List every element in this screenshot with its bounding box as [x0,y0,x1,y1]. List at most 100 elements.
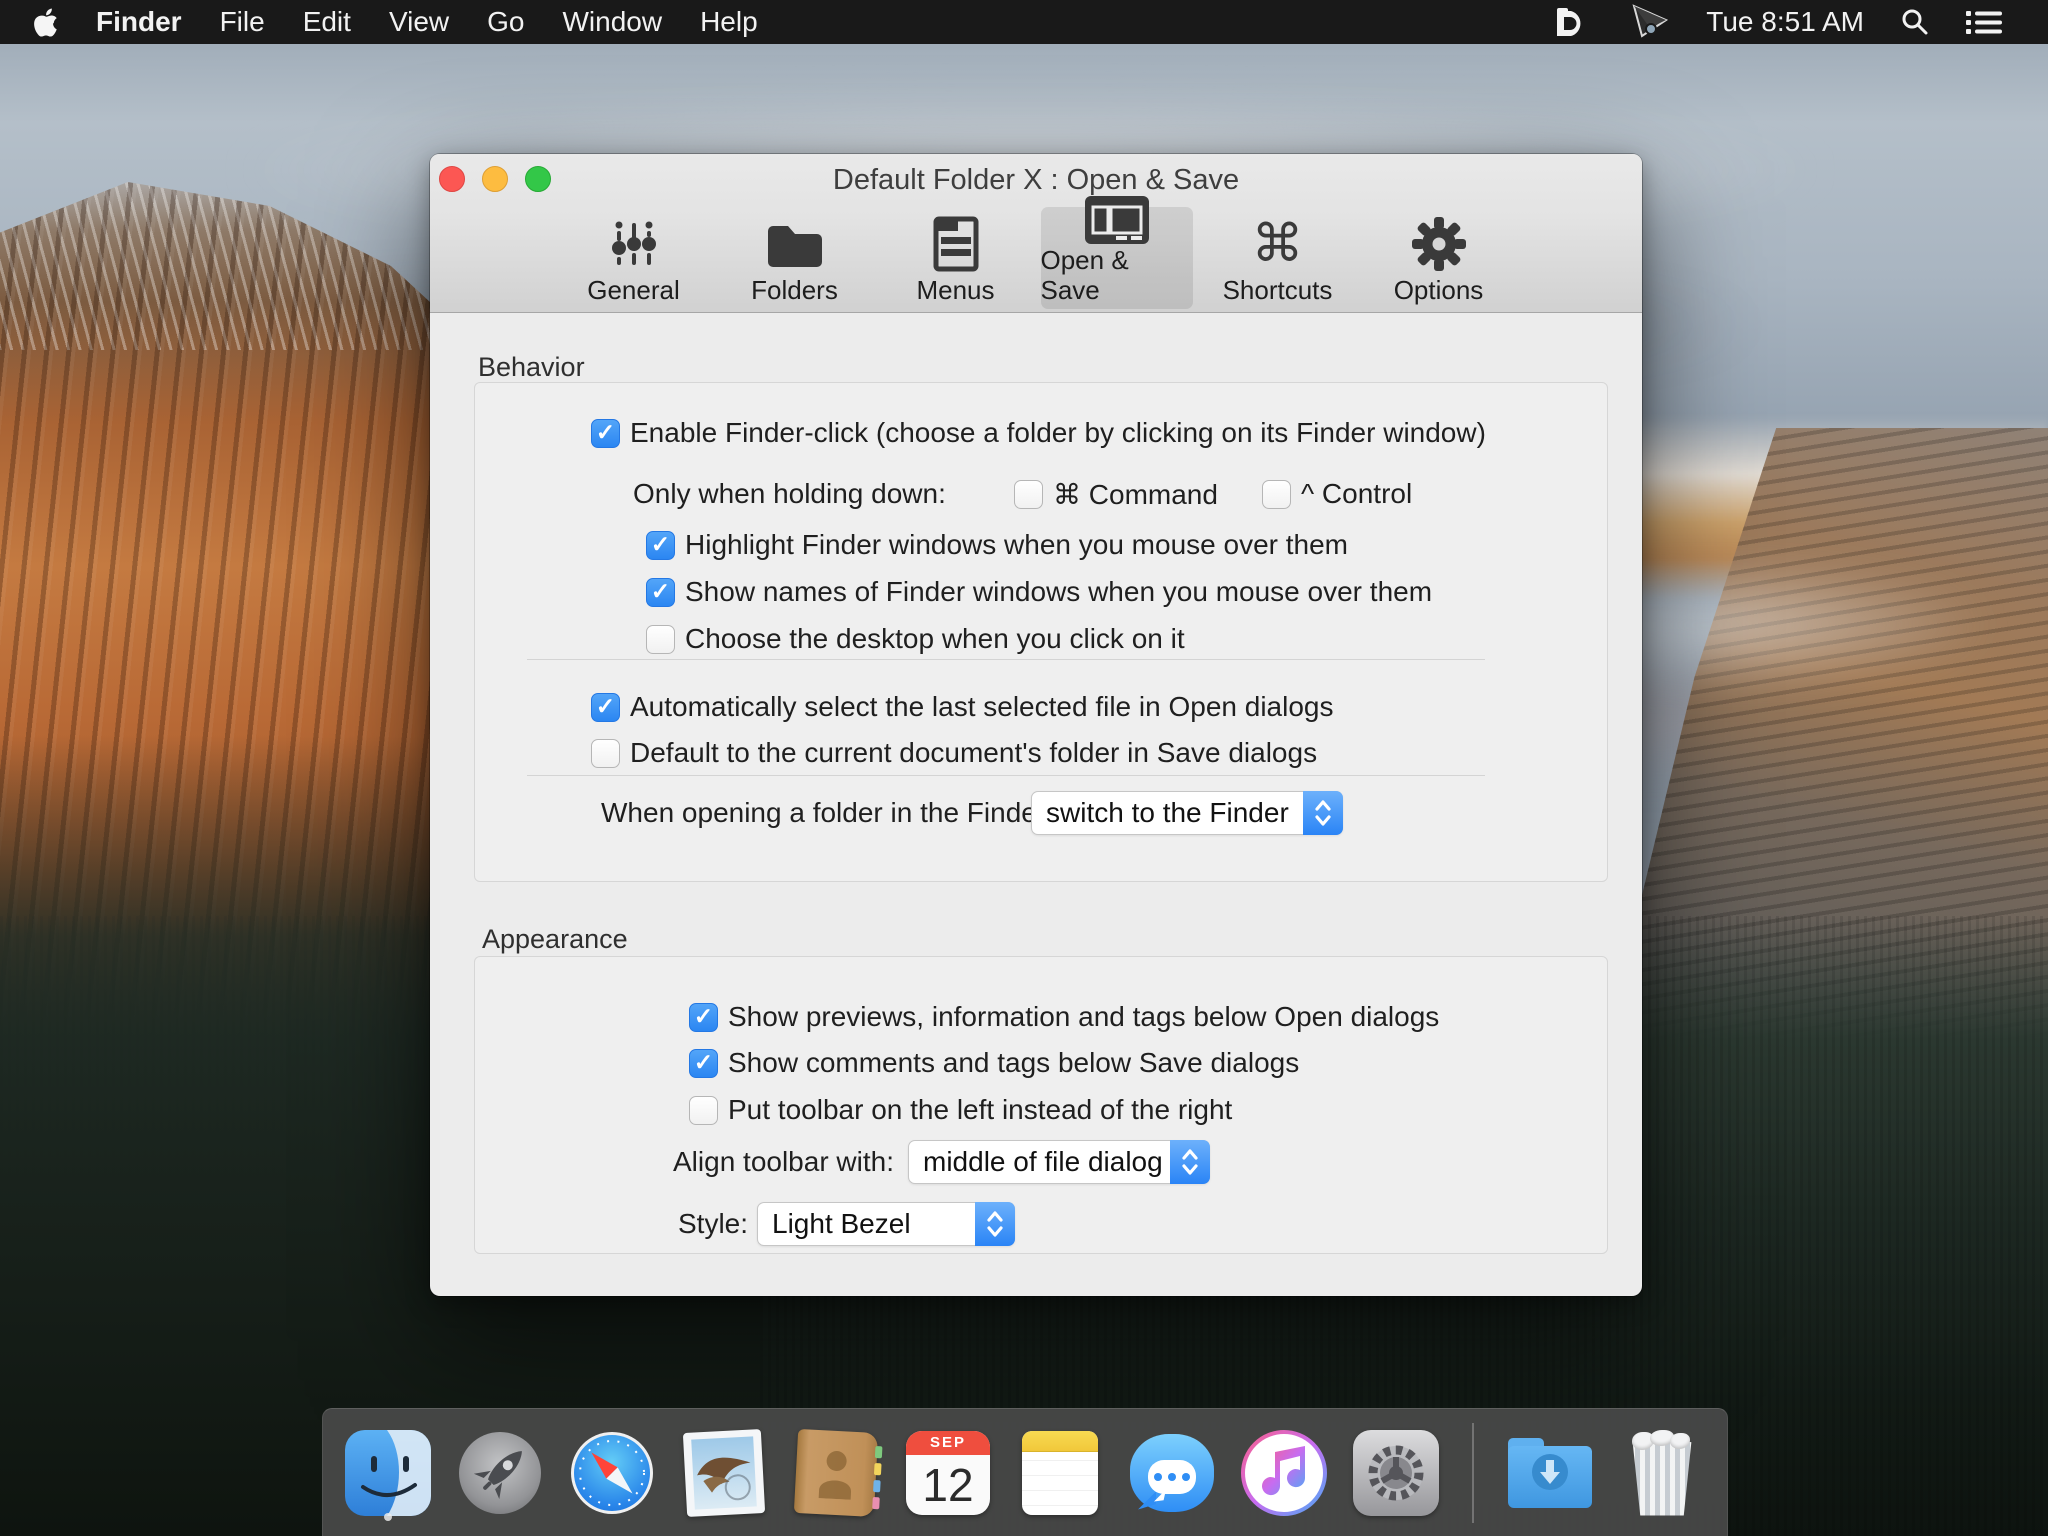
choose-desktop-row: ✓ Choose the desktop when you click on i… [646,623,1185,655]
dock: SEP 12 [322,1408,1728,1536]
show-previews-label: Show previews, information and tags belo… [728,1001,1439,1033]
tab-label: Menus [916,275,994,305]
menu-help[interactable]: Help [700,6,758,38]
spotlight-search-icon[interactable] [1900,7,1930,37]
tab-menus[interactable]: Menus [880,207,1032,309]
command-checkbox[interactable]: ✓ [1014,480,1043,509]
contacts-tab [874,1463,882,1475]
tab-general[interactable]: General [558,207,710,309]
tab-label: General [587,275,680,305]
contacts-tab [875,1446,883,1458]
highlight-windows-label: Highlight Finder windows when you mouse … [685,529,1348,561]
menu-bar-left: Finder File Edit View Go Window Help [0,6,758,38]
align-toolbar-value: middle of file dialog [909,1146,1170,1178]
calendar-month: SEP [906,1431,990,1455]
dock-finder[interactable] [344,1424,432,1522]
tab-open-and-save[interactable]: Open & Save [1041,207,1193,309]
auto-select-last-checkbox[interactable]: ✓ [591,693,620,722]
show-previews-checkbox[interactable]: ✓ [689,1003,718,1032]
itunes-icon [1241,1430,1327,1516]
sliders-icon [605,213,663,275]
tab-shortcuts[interactable]: ⌘ Shortcuts [1202,207,1354,309]
trash-paper [1670,1433,1690,1449]
gear-icon [1410,213,1468,275]
appearance-group-box: ✓ Show previews, information and tags be… [474,956,1608,1254]
tab-label: Open & Save [1041,245,1193,305]
menu-file[interactable]: File [220,6,265,38]
dock-divider [1472,1423,1474,1523]
folder-icon [764,213,826,275]
trash-basket [1630,1442,1694,1516]
contacts-tab [872,1496,880,1508]
enable-finder-click-row: ✓ Enable Finder-click (choose a folder b… [591,417,1486,449]
toolbar-left-row: ✓ Put toolbar on the left instead of the… [689,1094,1232,1126]
choose-desktop-label: Choose the desktop when you click on it [685,623,1185,655]
behavior-section-label: Behavior [478,352,585,383]
highlight-windows-checkbox[interactable]: ✓ [646,531,675,560]
notes-header [1022,1431,1098,1452]
menu-view[interactable]: View [389,6,449,38]
menu-edit[interactable]: Edit [303,6,351,38]
finder-running-indicator [384,1513,392,1521]
notification-center-icon[interactable] [1966,8,2002,36]
checkmark-icon: ✓ [651,533,670,556]
dock-downloads[interactable] [1506,1424,1594,1522]
default-current-doc-checkbox[interactable]: ✓ [591,739,620,768]
messages-icon [1130,1434,1214,1512]
enable-finder-click-label: Enable Finder-click (choose a folder by … [630,417,1486,449]
desktop: { "menu_bar": { "app_name": "Finder", "m… [0,0,2048,1536]
dock-mail[interactable] [680,1424,768,1522]
checkmark-icon: ✓ [596,421,615,444]
window-title: Default Folder X : Open & Save [430,154,1642,204]
dock-trash[interactable] [1618,1424,1706,1522]
show-names-label: Show names of Finder windows when you mo… [685,576,1432,608]
dock-calendar[interactable]: SEP 12 [904,1424,992,1522]
menu-go[interactable]: Go [487,6,524,38]
safari-icon [569,1430,655,1516]
popup-stepper-icon [1170,1140,1210,1184]
show-comments-label: Show comments and tags below Save dialog… [728,1047,1299,1079]
show-names-checkbox[interactable]: ✓ [646,578,675,607]
calendar-icon: SEP 12 [906,1431,990,1515]
tab-options[interactable]: Options [1363,207,1515,309]
auto-select-last-label: Automatically select the last selected f… [630,691,1334,723]
tab-folders[interactable]: Folders [719,207,871,309]
notes-icon [1022,1431,1098,1515]
menu-clock[interactable]: Tue 8:51 AM [1706,6,1864,38]
title-bar[interactable]: Default Folder X : Open & Save [430,154,1642,204]
only-when-holding-label-wrap: Only when holding down: [633,478,946,510]
menu-extra-icon[interactable] [1626,2,1670,42]
apple-menu-icon[interactable] [34,8,58,37]
trash-icon [1630,1430,1694,1516]
control-checkbox[interactable]: ✓ [1262,480,1291,509]
default-current-doc-row: ✓ Default to the current document's fold… [591,737,1317,769]
checkmark-icon: ✓ [651,580,670,603]
highlight-windows-row: ✓ Highlight Finder windows when you mous… [646,529,1348,561]
toolbar-left-checkbox[interactable]: ✓ [689,1096,718,1125]
enable-finder-click-checkbox[interactable]: ✓ [591,419,620,448]
tab-label: Folders [751,275,838,305]
dock-notes[interactable] [1016,1424,1104,1522]
dock-contacts[interactable] [792,1424,880,1522]
menu-app-name[interactable]: Finder [96,6,182,38]
window-chrome: Default Folder X : Open & Save General [430,154,1642,313]
default-folder-x-window: Default Folder X : Open & Save General [430,154,1642,1296]
dock-messages[interactable] [1128,1424,1216,1522]
menu-window[interactable]: Window [562,6,662,38]
show-comments-checkbox[interactable]: ✓ [689,1049,718,1078]
toolbar-left-label: Put toolbar on the left instead of the r… [728,1094,1232,1126]
style-popup[interactable]: Light Bezel [757,1202,1015,1246]
finder-icon [345,1430,431,1516]
default-folder-x-menu-icon[interactable] [1550,5,1590,39]
dock-itunes[interactable] [1240,1424,1328,1522]
dock-launchpad[interactable] [456,1424,544,1522]
person-silhouette [817,1446,856,1500]
when-opening-popup[interactable]: switch to the Finder [1031,791,1343,835]
contacts-tab [873,1479,881,1491]
align-toolbar-popup[interactable]: middle of file dialog [908,1140,1210,1184]
choose-desktop-checkbox[interactable]: ✓ [646,625,675,654]
checkmark-icon: ✓ [694,1005,713,1028]
dock-system-preferences[interactable] [1352,1424,1440,1522]
dock-safari[interactable] [568,1424,656,1522]
only-when-holding-label: Only when holding down: [633,478,946,510]
